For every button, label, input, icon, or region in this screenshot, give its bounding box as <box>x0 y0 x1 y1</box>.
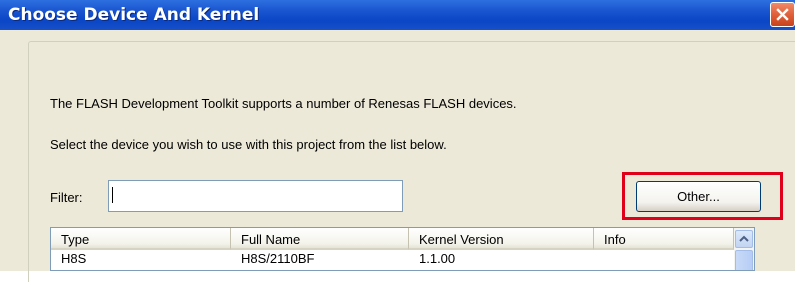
title-bar[interactable]: Choose Device And Kernel <box>0 0 795 30</box>
chevron-up-icon <box>739 235 749 242</box>
device-list[interactable]: Type Full Name Kernel Version Info H8S H… <box>50 227 755 271</box>
cell-full-name: H8S/2110BF <box>241 251 315 266</box>
filter-input[interactable] <box>108 180 403 212</box>
highlight-box <box>622 172 783 220</box>
dialog-body: The FLASH Development Toolkit supports a… <box>0 30 795 282</box>
close-button[interactable] <box>770 2 795 27</box>
filter-label: Filter: <box>50 190 83 205</box>
column-header-type[interactable]: Type <box>51 228 231 250</box>
vertical-scrollbar[interactable] <box>734 228 754 270</box>
window-title: Choose Device And Kernel <box>8 5 260 25</box>
intro-text-line-1: The FLASH Development Toolkit supports a… <box>50 96 517 111</box>
scroll-up-button[interactable] <box>735 230 753 248</box>
column-header-kernel-version[interactable]: Kernel Version <box>409 228 594 250</box>
column-header-info[interactable]: Info <box>594 228 734 250</box>
list-header: Type Full Name Kernel Version Info <box>51 228 736 250</box>
text-caret <box>112 187 113 203</box>
intro-text-line-2: Select the device you wish to use with t… <box>50 137 447 152</box>
close-icon <box>776 8 789 21</box>
cell-type: H8S <box>61 251 87 266</box>
scroll-thumb[interactable] <box>735 250 753 270</box>
column-header-full-name[interactable]: Full Name <box>231 228 409 250</box>
cell-kernel-version: 1.1.00 <box>419 251 456 266</box>
